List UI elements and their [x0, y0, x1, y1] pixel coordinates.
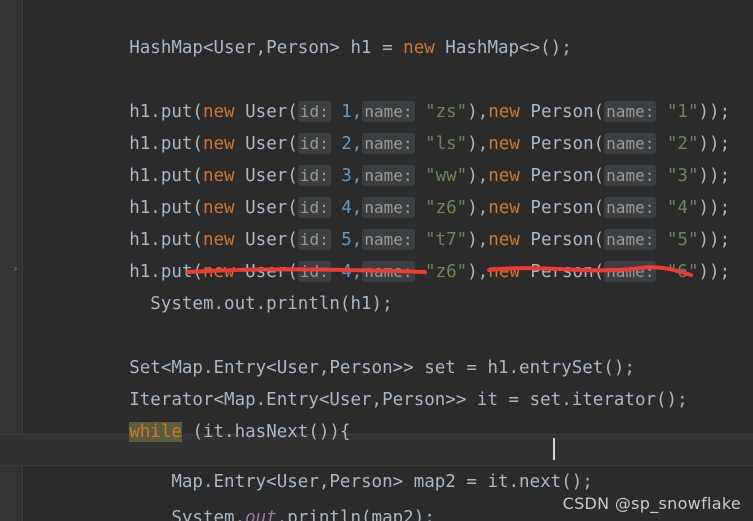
text-caret: [553, 438, 555, 460]
code-token-person: Person(: [519, 262, 605, 282]
code-token-tail: ));: [698, 262, 731, 282]
code-line-println-h1[interactable]: System.out.println(h1);: [22, 256, 392, 314]
code-line-put-6[interactable]: h1.put(new User(id: 4, name: "z6"),new Pe…: [22, 224, 730, 282]
param-hint-person-name: name:: [604, 261, 657, 282]
code-token-println-part2: .println(map2);: [276, 508, 435, 521]
code-line-put-1[interactable]: h1.put(new User(id: 1, name: "zs"),new Pe…: [22, 64, 730, 122]
code-token-name-value: "z6": [414, 262, 468, 282]
code-token-println-h1: System.out.println(h1);: [129, 294, 393, 314]
code-token-out-field: out: [245, 508, 277, 521]
code-line-put-4[interactable]: h1.put(new User(id: 4, name: "z6"),new Pe…: [22, 160, 730, 218]
code-editor-screenshot: › HashMap<User,Person> h1 = new HashMap<…: [0, 0, 753, 521]
code-token-new2: new: [488, 262, 520, 282]
watermark-text: CSDN @sp_snowflake: [562, 494, 741, 513]
code-line-put-2[interactable]: h1.put(new User(id: 2, name: "ls"),new Pe…: [22, 96, 730, 154]
code-token-decl-part1: HashMap<User,Person> h1 =: [129, 38, 404, 58]
code-token-println-part1: System.: [129, 508, 246, 521]
code-line-map2[interactable]: Map.Entry<User,Person> map2 = it.next();: [22, 434, 592, 492]
code-line-while[interactable]: while (it.hasNext()){: [22, 384, 350, 442]
code-token-decl-part2: HashMap<>();: [434, 38, 572, 58]
code-content[interactable]: HashMap<User,Person> h1 = new HashMap<>(…: [0, 0, 753, 521]
code-line-put-5[interactable]: h1.put(new User(id: 5, name: "t7"),new Pe…: [22, 192, 730, 250]
code-token-new-keyword: new: [403, 38, 435, 58]
code-line-declaration[interactable]: HashMap<User,Person> h1 = new HashMap<>(…: [22, 0, 572, 58]
code-token-person-name-value: "6": [656, 262, 699, 282]
code-line-put-3[interactable]: h1.put(new User(id: 3, name: "ww"),new Pe…: [22, 128, 730, 186]
code-line-println-map2[interactable]: System.out.println(map2);: [22, 470, 434, 521]
code-token-mid: ),: [467, 262, 489, 282]
code-line-iterator[interactable]: Iterator<Map.Entry<User,Person>> it = se…: [22, 352, 687, 410]
gutter-marker-icon: ›: [12, 262, 19, 275]
code-line-entryset[interactable]: Set<Map.Entry<User,Person>> set = h1.ent…: [22, 320, 635, 378]
